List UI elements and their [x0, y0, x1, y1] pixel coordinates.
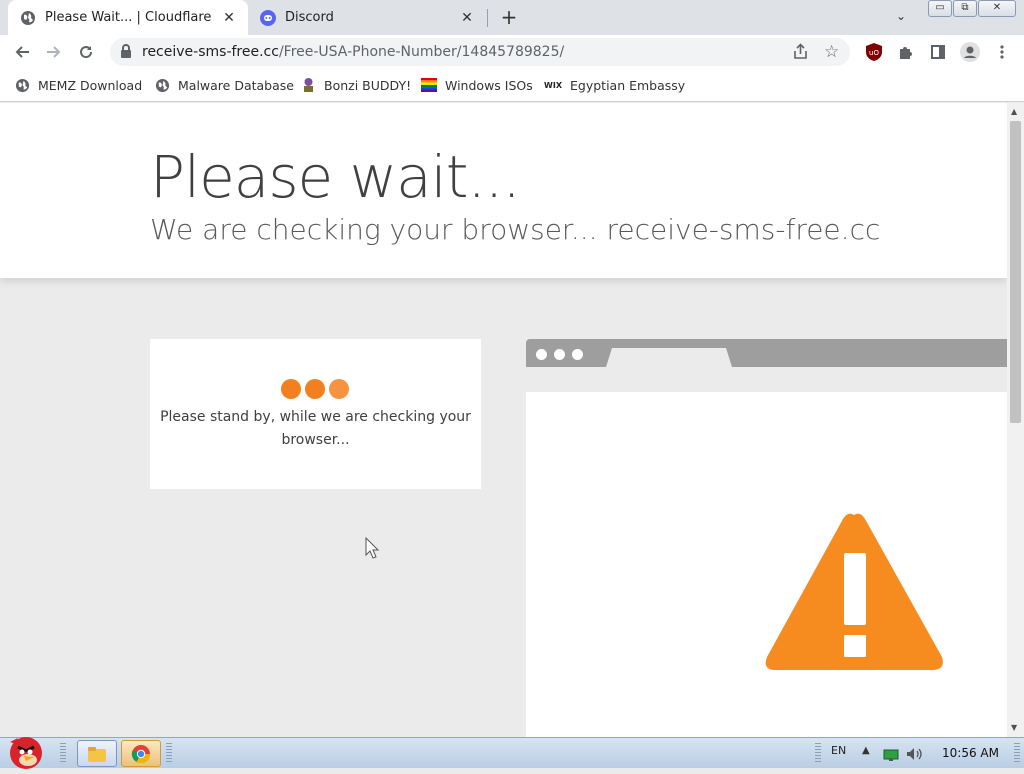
tab-cloudflare[interactable]: Please Wait... | Cloudflare ✕	[8, 0, 248, 35]
status-message: Please stand by, while we are checking y…	[160, 409, 471, 448]
window-dot	[554, 349, 565, 360]
show-desktop-button[interactable]	[1014, 743, 1020, 763]
profile-avatar-icon[interactable]	[958, 40, 982, 64]
scrollbar-thumb[interactable]	[1010, 121, 1021, 423]
url-path: /Free-USA-Phone-Number/14845789825/	[278, 44, 565, 60]
illustration-body	[526, 392, 1007, 737]
bookmark-egyptian-embassy[interactable]: WIX Egyptian Embassy	[544, 76, 685, 94]
status-card: Please stand by, while we are checking y…	[150, 339, 481, 489]
ublock-icon[interactable]: uO	[862, 40, 886, 64]
forward-button[interactable]	[42, 40, 66, 64]
rainbow-flag-icon	[421, 77, 437, 93]
tab-title: Discord	[285, 10, 334, 25]
bookmark-label: Bonzi BUDDY!	[324, 77, 412, 93]
browser-toolbar: receive-sms-free.cc/Free-USA-Phone-Numbe…	[0, 35, 1024, 69]
url-host: receive-sms-free.cc	[142, 44, 279, 60]
lock-icon	[120, 44, 132, 63]
loading-dot	[329, 379, 349, 399]
loading-dot	[281, 379, 301, 399]
close-tab-icon[interactable]: ✕	[218, 10, 240, 26]
bonzi-icon	[300, 77, 316, 93]
back-arrow-icon	[15, 46, 29, 58]
folder-icon	[88, 746, 106, 762]
bookmark-label: MEMZ Download	[38, 77, 143, 93]
back-button[interactable]	[10, 40, 34, 64]
close-window-button[interactable]: ✕	[978, 0, 1016, 17]
warning-triangle-icon	[765, 513, 943, 670]
show-hidden-icons[interactable]: ▲	[862, 745, 870, 756]
page-title: Please wait...	[150, 143, 521, 211]
network-icon[interactable]	[883, 747, 899, 766]
window-dot	[536, 349, 547, 360]
taskbar-chrome[interactable]	[121, 740, 161, 767]
chrome-icon	[131, 744, 150, 763]
window-dot	[572, 349, 583, 360]
globe-icon	[14, 77, 30, 93]
svg-text:uO: uO	[869, 49, 879, 57]
vertical-scrollbar[interactable]: ▲ ▼	[1007, 103, 1024, 737]
angry-bird-icon	[10, 737, 42, 769]
menu-kebab-icon[interactable]	[990, 40, 1014, 64]
taskbar-grip	[815, 743, 821, 763]
browser-illustration	[526, 339, 1007, 737]
new-tab-button[interactable]: +	[498, 6, 520, 28]
taskbar-grip	[60, 743, 66, 763]
side-panel-icon[interactable]	[926, 40, 950, 64]
clock[interactable]: 10:56 AM	[942, 746, 999, 760]
taskbar-explorer[interactable]	[77, 740, 117, 767]
illustration-toolbar	[526, 367, 1007, 392]
tab-strip: Please Wait... | Cloudflare ✕ Discord ✕ …	[0, 0, 1024, 35]
scroll-up-icon[interactable]: ▲	[1011, 107, 1017, 116]
minimize-button[interactable]: ▭	[928, 0, 952, 17]
bookmark-label: Malware Database	[178, 77, 294, 93]
extensions-puzzle-icon[interactable]	[894, 40, 918, 64]
globe-icon	[20, 10, 36, 26]
page-viewport: Please wait... We are checking your brow…	[0, 103, 1007, 737]
bookmark-malware-database[interactable]: Malware Database	[154, 76, 294, 94]
reload-icon	[80, 46, 93, 59]
bookmark-memz[interactable]: MEMZ Download	[14, 76, 142, 94]
tab-search-chevron-icon[interactable]: ⌄	[896, 9, 906, 23]
taskbar: EN ▲ 10:56 AM	[0, 737, 1024, 769]
share-icon[interactable]	[792, 43, 809, 64]
address-bar[interactable]: receive-sms-free.cc/Free-USA-Phone-Numbe…	[110, 38, 850, 66]
bookmark-label: Windows ISOs	[445, 77, 533, 93]
illustration-window-bar	[526, 339, 1007, 367]
bookmark-windows-isos[interactable]: Windows ISOs	[421, 76, 533, 94]
reload-button[interactable]	[74, 40, 98, 64]
close-tab-icon[interactable]: ✕	[456, 10, 478, 26]
url-text: receive-sms-free.cc/Free-USA-Phone-Numbe…	[142, 44, 564, 60]
language-indicator[interactable]: EN	[831, 744, 846, 757]
taskbar-grip	[166, 743, 172, 763]
discord-icon	[260, 9, 276, 26]
globe-icon	[154, 77, 170, 93]
mouse-cursor-icon	[365, 537, 380, 559]
bookmarks-bar: MEMZ Download Malware Database Bonzi BUD…	[0, 69, 1024, 102]
forward-arrow-icon	[47, 46, 61, 58]
tab-title: Please Wait... | Cloudflare	[45, 10, 212, 25]
restore-button[interactable]: ⧉	[953, 0, 977, 17]
tab-divider	[487, 9, 488, 27]
bookmark-bonzi-buddy[interactable]: Bonzi BUDDY!	[300, 76, 411, 94]
volume-icon[interactable]	[906, 746, 924, 765]
tab-discord[interactable]: Discord ✕	[250, 0, 486, 35]
loading-dot	[305, 379, 325, 399]
illustration-tab	[606, 348, 732, 367]
page-subtitle: We are checking your browser... receive-…	[150, 213, 881, 246]
header-panel: Please wait... We are checking your brow…	[0, 103, 1007, 278]
wix-icon: WIX	[544, 80, 562, 90]
scroll-down-icon[interactable]: ▼	[1011, 723, 1017, 732]
bookmark-star-icon[interactable]: ☆	[824, 42, 839, 62]
bookmark-label: Egyptian Embassy	[570, 77, 686, 93]
